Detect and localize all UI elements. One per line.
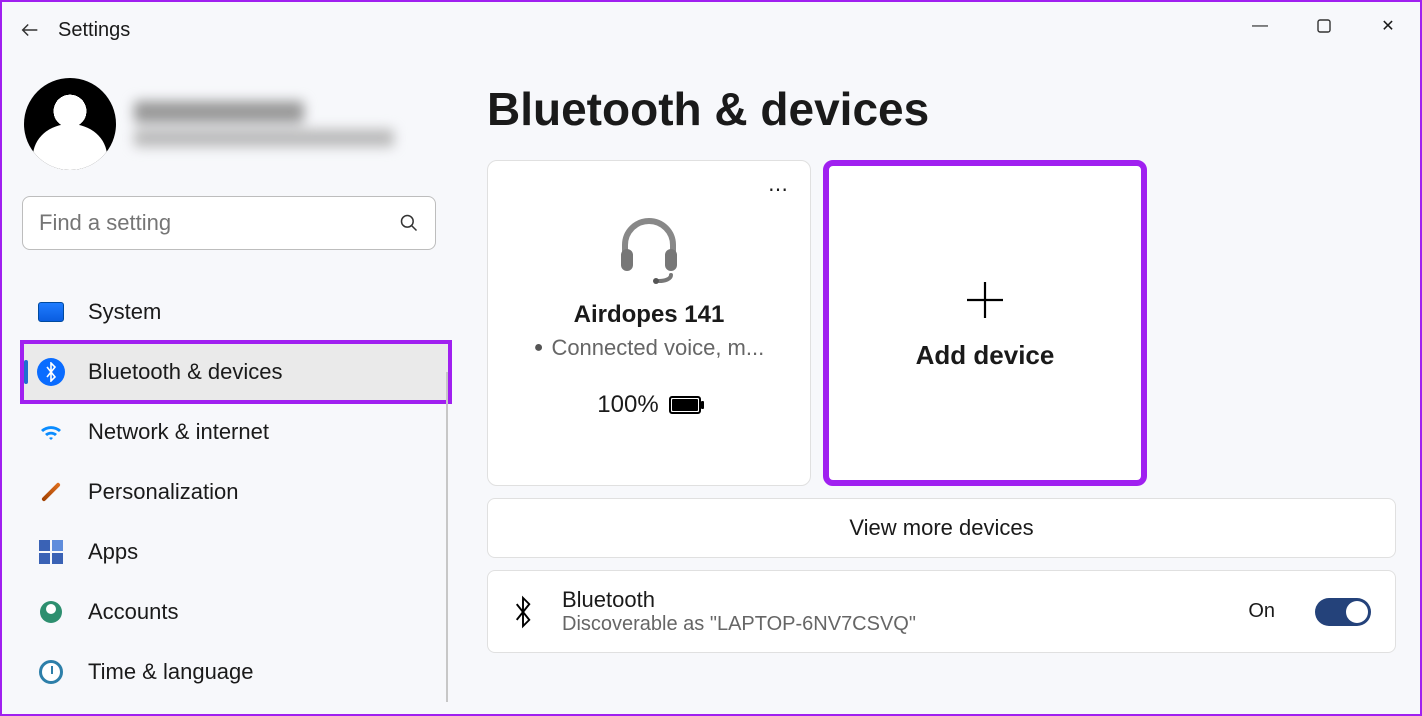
search-icon (399, 213, 419, 233)
device-cards-row: ⋯ Airdopes 141 Connected voice, m... 100… (487, 160, 1396, 486)
back-button[interactable] (2, 2, 58, 58)
nav-item-accounts[interactable]: Accounts (22, 582, 450, 642)
nav-item-bluetooth[interactable]: Bluetooth & devices (22, 342, 450, 402)
bluetooth-symbol-icon (512, 595, 534, 629)
app-title: Settings (58, 19, 130, 42)
window-controls: — ✕ (1228, 2, 1420, 50)
view-more-devices-button[interactable]: View more devices (487, 498, 1396, 558)
battery-value: 100% (597, 391, 658, 419)
bluetooth-toggle-row[interactable]: Bluetooth Discoverable as "LAPTOP-6NV7CS… (487, 570, 1396, 653)
minimize-button[interactable]: — (1228, 2, 1292, 50)
nav-label: Network & internet (88, 419, 269, 445)
avatar-icon (24, 78, 116, 170)
battery-icon (669, 396, 701, 414)
toggle-state-label: On (1248, 600, 1275, 623)
device-card[interactable]: ⋯ Airdopes 141 Connected voice, m... 100… (487, 160, 811, 486)
accounts-icon (36, 597, 66, 627)
add-device-card[interactable]: Add device (823, 160, 1147, 486)
clock-icon (36, 657, 66, 687)
close-button[interactable]: ✕ (1356, 2, 1420, 50)
nav-item-system[interactable]: System (22, 282, 450, 342)
bluetooth-row-subtitle: Discoverable as "LAPTOP-6NV7CSVQ" (562, 613, 1220, 636)
nav-item-personalization[interactable]: Personalization (22, 462, 450, 522)
titlebar: Settings — ✕ (2, 2, 1420, 58)
main-content: Bluetooth & devices ⋯ Airdopes 141 Conne… (487, 82, 1396, 665)
device-battery: 100% (597, 391, 700, 419)
profile-text (134, 101, 394, 147)
bluetooth-row-title: Bluetooth (562, 587, 1220, 613)
wifi-icon (36, 417, 66, 447)
add-device-label: Add device (916, 340, 1055, 371)
bluetooth-row-text: Bluetooth Discoverable as "LAPTOP-6NV7CS… (562, 587, 1220, 636)
system-icon (36, 297, 66, 327)
device-more-button[interactable]: ⋯ (768, 177, 790, 202)
bluetooth-icon (36, 357, 66, 387)
device-status: Connected voice, m... (534, 335, 764, 361)
nav-label: Time & language (88, 659, 254, 685)
profile-block[interactable] (24, 78, 448, 170)
apps-icon (36, 537, 66, 567)
sidebar: System Bluetooth & devices Network & int… (2, 74, 448, 702)
page-title: Bluetooth & devices (487, 82, 1396, 136)
nav-list: System Bluetooth & devices Network & int… (22, 282, 450, 702)
search-field[interactable] (22, 196, 436, 250)
headset-icon (609, 205, 689, 285)
bluetooth-toggle[interactable] (1315, 598, 1371, 626)
brush-icon (36, 477, 66, 507)
device-name: Airdopes 141 (574, 301, 725, 329)
nav-label: Accounts (88, 599, 179, 625)
nav-scrollbar[interactable] (446, 372, 448, 702)
nav-item-apps[interactable]: Apps (22, 522, 450, 582)
plus-icon (961, 276, 1009, 324)
nav-label: Personalization (88, 479, 238, 505)
view-more-label: View more devices (849, 515, 1033, 541)
nav-item-timelang[interactable]: Time & language (22, 642, 450, 702)
maximize-button[interactable] (1292, 2, 1356, 50)
nav-item-network[interactable]: Network & internet (22, 402, 450, 462)
search-input[interactable] (39, 210, 399, 236)
nav-label: Bluetooth & devices (88, 359, 282, 385)
nav-label: System (88, 299, 161, 325)
nav-label: Apps (88, 539, 138, 565)
